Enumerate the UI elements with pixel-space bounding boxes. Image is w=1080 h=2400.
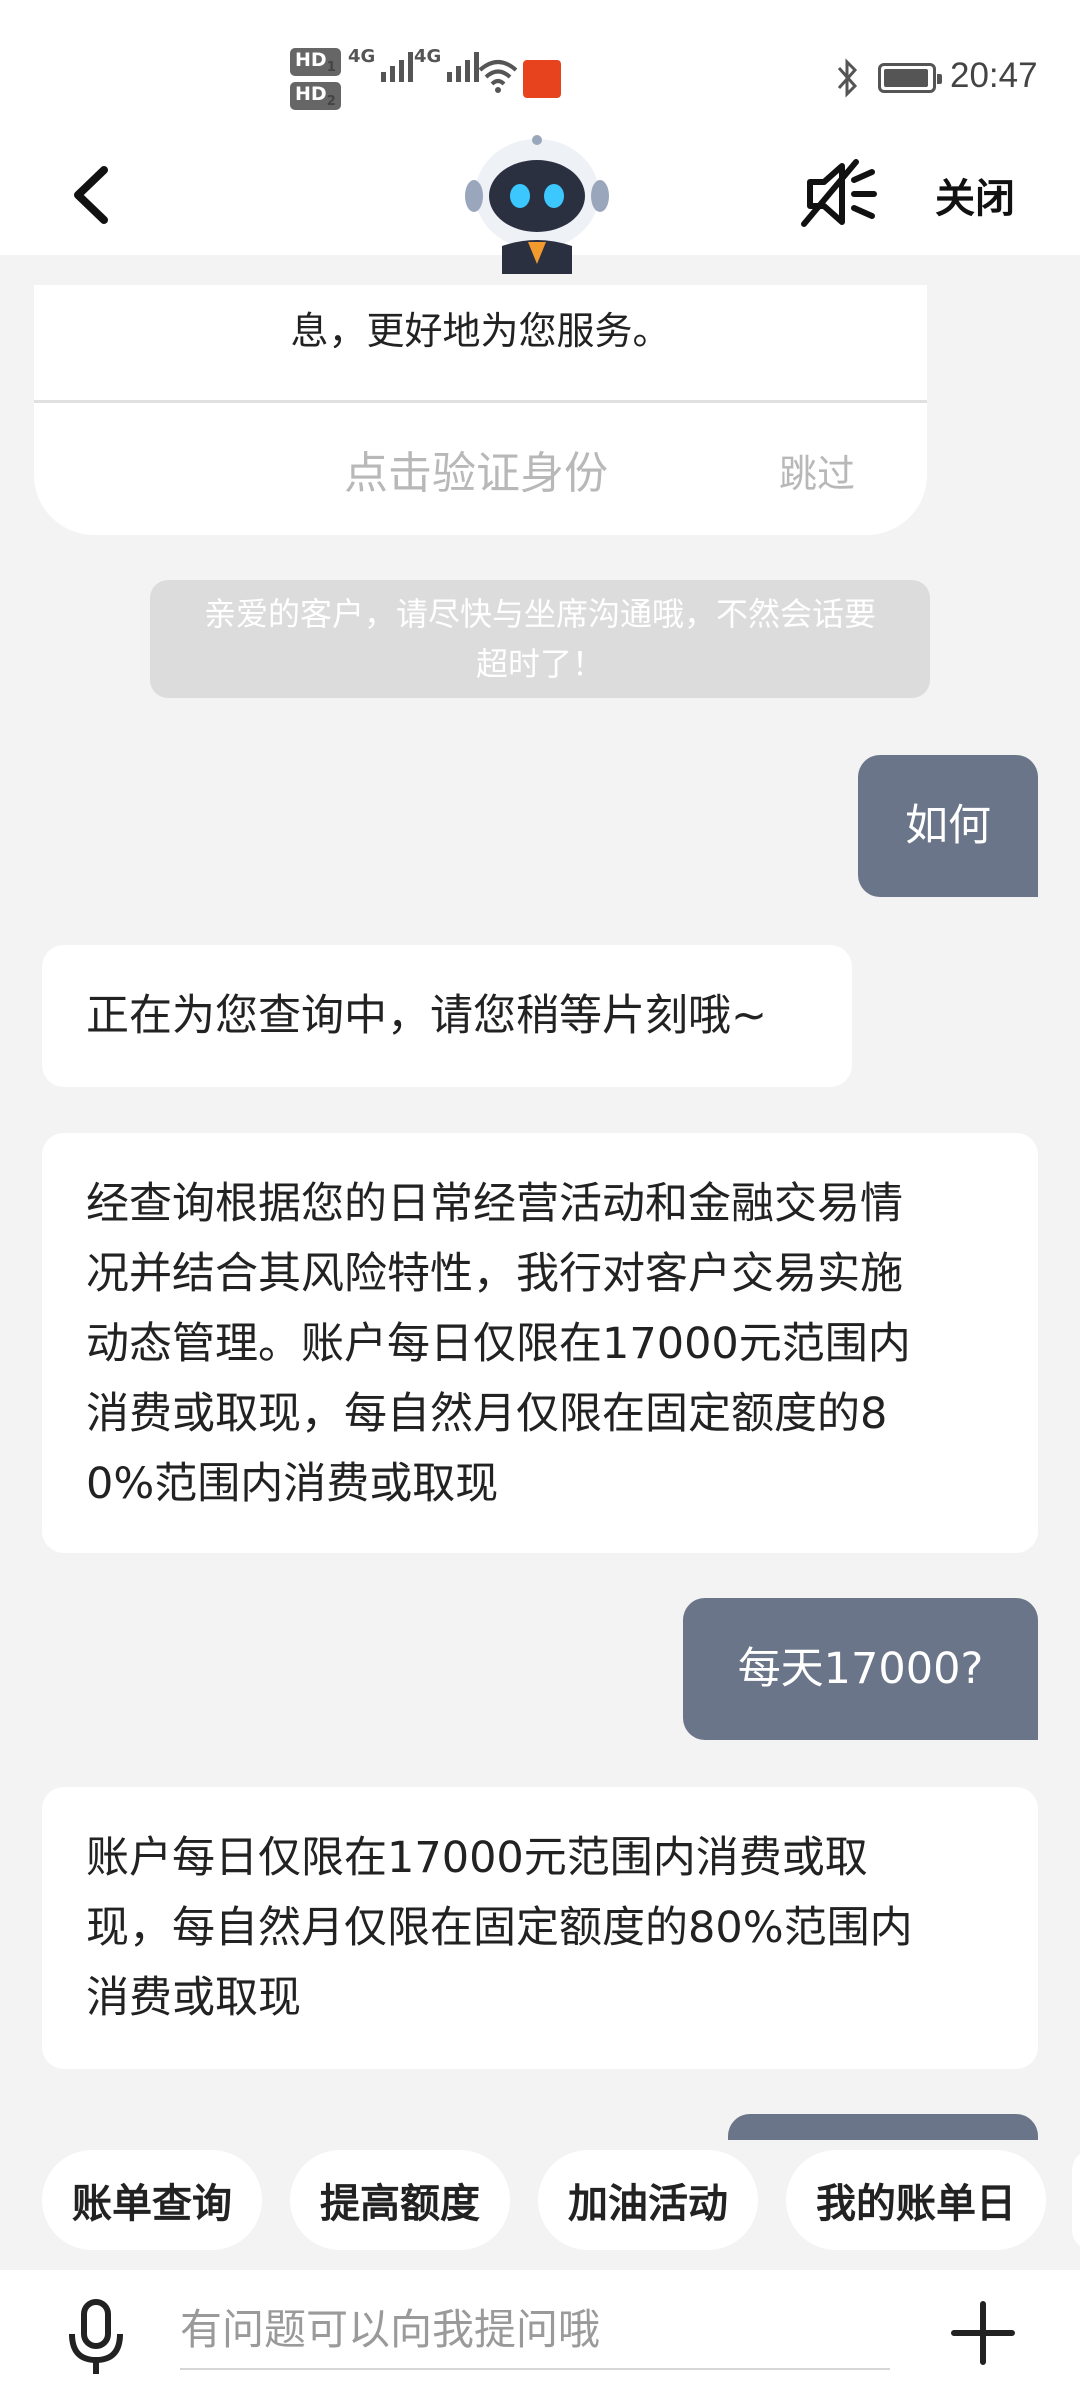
signal-icon-2: 4G	[414, 46, 480, 82]
divider	[34, 400, 927, 403]
bluetooth-icon	[837, 58, 858, 98]
message-line: 况并结合其风险特性，我行对客户交易实施	[86, 1249, 903, 1299]
verify-identity-button[interactable]: 点击验证身份	[344, 437, 608, 501]
message-line: 消费或取现	[86, 1973, 301, 2023]
nav-bar: 关闭	[0, 130, 1080, 274]
message-text: 每天17000?	[737, 1644, 984, 1694]
notice-line-1: 亲爱的客户，请尽快与坐席沟通哦，不然会话要	[203, 595, 876, 633]
message-line: 动态管理。账户每日仅限在17000元范围内	[86, 1319, 911, 1369]
signal-icon: 4G	[348, 46, 414, 82]
plus-icon[interactable]	[950, 2300, 1016, 2366]
chip-fuel-promo[interactable]: 加油活动	[538, 2150, 758, 2250]
quick-reply-bar: 账单查询 提高额度 加油活动 我的账单日	[0, 2140, 1080, 2270]
skip-button[interactable]: 跳过	[779, 443, 855, 498]
message-line: 经查询根据您的日常经营活动和金融交易情	[86, 1179, 903, 1229]
input-bar	[0, 2270, 1080, 2400]
status-bar: HD1 HD2 4G 4G 20:47	[0, 0, 1080, 130]
hd2-badge: HD2	[290, 82, 341, 110]
wifi-icon	[478, 60, 518, 93]
user-message: 每天17000?	[683, 1598, 1038, 1740]
close-button[interactable]: 关闭	[935, 166, 1015, 224]
bot-message: 正在为您查询中，请您稍等片刻哦~	[42, 945, 852, 1087]
message-line: 0%范围内消费或取现	[86, 1459, 499, 1509]
chip-bill-inquiry[interactable]: 账单查询	[42, 2150, 262, 2250]
bot-message: 经查询根据您的日常经营活动和金融交易情 况并结合其风险特性，我行对客户交易实施 …	[42, 1133, 1038, 1553]
verify-card-text: 息，更好地为您服务。	[290, 309, 671, 353]
back-icon[interactable]	[64, 160, 124, 230]
mute-icon[interactable]	[800, 154, 880, 234]
message-line: 消费或取现，每自然月仅限在固定额度的8	[86, 1389, 888, 1439]
message-line: 现，每自然月仅限在固定额度的80%范围内	[86, 1903, 913, 1953]
timeout-notice: 亲爱的客户，请尽快与坐席沟通哦，不然会话要 超时了！	[150, 580, 930, 698]
clock: 20:47	[950, 56, 1038, 95]
hd1-badge: HD1	[290, 48, 341, 76]
message-text: 正在为您查询中，请您稍等片刻哦~	[86, 991, 768, 1041]
microphone-icon[interactable]	[66, 2298, 126, 2378]
user-message: 如何	[858, 755, 1038, 897]
bot-message: 账户每日仅限在17000元范围内消费或取 现，每自然月仅限在固定额度的80%范围…	[42, 1787, 1038, 2069]
chip-more[interactable]	[1072, 2150, 1080, 2250]
chip-billing-date[interactable]: 我的账单日	[786, 2150, 1046, 2250]
message-line: 账户每日仅限在17000元范围内消费或取	[86, 1833, 868, 1883]
robot-avatar	[465, 135, 609, 274]
app-badge-icon	[523, 60, 561, 98]
notice-line-2: 超时了！	[475, 645, 604, 683]
chip-raise-limit[interactable]: 提高额度	[290, 2150, 510, 2250]
verify-identity-card: 息，更好地为您服务。 点击验证身份 跳过	[34, 285, 927, 535]
message-text: 如何	[905, 801, 991, 851]
battery-icon	[878, 63, 942, 93]
message-input[interactable]	[180, 2290, 890, 2370]
